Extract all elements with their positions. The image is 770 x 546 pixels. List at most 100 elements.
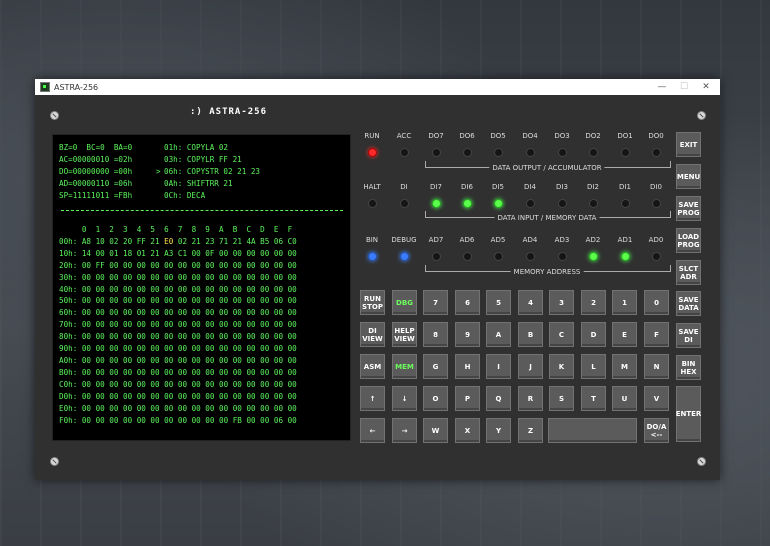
led-label-ad0: AD0 <box>648 236 664 244</box>
key-m[interactable]: M <box>612 354 637 379</box>
key-1[interactable]: 1 <box>612 290 637 315</box>
menu-button[interactable]: MENU <box>676 164 701 189</box>
key-3[interactable]: 3 <box>549 290 574 315</box>
key-j[interactable]: J <box>518 354 543 379</box>
key-run-stop[interactable]: RUN STOP <box>360 290 385 315</box>
key-b[interactable]: B <box>518 322 543 347</box>
key-7[interactable]: 7 <box>423 290 448 315</box>
save-di-button[interactable]: SAVE DI <box>676 323 701 348</box>
dump-header: 0 1 2 3 4 5 6 7 8 9 A B C D E F <box>59 225 293 234</box>
key-9[interactable]: 9 <box>455 322 480 347</box>
led-ad4 <box>526 252 535 261</box>
left-arrow-key[interactable]: ← <box>360 418 385 443</box>
led-do6 <box>463 148 472 157</box>
key-p[interactable]: P <box>455 386 480 411</box>
led-label-acc: ACC <box>396 132 412 140</box>
led-label-di5: DI5 <box>492 183 504 191</box>
led-label-ad4: AD4 <box>522 236 538 244</box>
key-8[interactable]: 8 <box>423 322 448 347</box>
key-g[interactable]: G <box>423 354 448 379</box>
led-do4 <box>526 148 535 157</box>
key-asm[interactable]: ASM <box>360 354 385 379</box>
dump-row: 00h: A8 10 02 20 FF 21 <box>59 236 165 246</box>
key-k[interactable]: K <box>549 354 574 379</box>
key-help-view[interactable]: HELP VIEW <box>392 322 417 347</box>
led-bin <box>368 252 377 261</box>
key-0[interactable]: 0 <box>644 290 669 315</box>
key-dbg[interactable]: DBG <box>392 290 417 315</box>
led-label-ad2: AD2 <box>585 236 601 244</box>
window-title: ASTRA-256 <box>54 82 99 92</box>
led-do7 <box>432 148 441 157</box>
key-a[interactable]: A <box>486 322 511 347</box>
led-di6 <box>463 199 472 208</box>
register-display: BZ=0 BC=0 BA=0 AC=00000010 =02h DO=00000… <box>59 143 133 200</box>
highlighted-byte: E0 <box>164 236 174 246</box>
key-r[interactable]: R <box>518 386 543 411</box>
key-t[interactable]: T <box>581 386 606 411</box>
save-data-button[interactable]: SAVE DATA <box>676 291 701 316</box>
led-ad0 <box>652 252 661 261</box>
key-n[interactable]: N <box>644 354 669 379</box>
key-2[interactable]: 2 <box>581 290 606 315</box>
key-q[interactable]: Q <box>486 386 511 411</box>
key-y[interactable]: Y <box>486 418 511 443</box>
exit-button[interactable]: EXIT <box>676 132 701 157</box>
app-window: ASTRA-256 — ☐ ✕ :) ASTRA-256 BZ=0 BC=0 B… <box>35 79 720 480</box>
key-h[interactable]: H <box>455 354 480 379</box>
right-arrow-key[interactable]: → <box>392 418 417 443</box>
led-di2 <box>589 199 598 208</box>
memory-dump: 0 1 2 3 4 5 6 7 8 9 A B C D E F 00h: A8 … <box>59 224 297 426</box>
led-di0 <box>652 199 661 208</box>
key-d[interactable]: D <box>581 322 606 347</box>
led-label-do0: DO0 <box>648 132 664 140</box>
led-ad7 <box>432 252 441 261</box>
led-di5 <box>494 199 503 208</box>
key-s[interactable]: S <box>549 386 574 411</box>
led-do0 <box>652 148 661 157</box>
led-ad3 <box>558 252 567 261</box>
bin-hex-button[interactable]: BIN HEX <box>676 355 701 380</box>
close-button[interactable]: ✕ <box>695 79 717 95</box>
led-run <box>368 148 377 157</box>
led-label-di7: DI7 <box>430 183 442 191</box>
key-w[interactable]: W <box>423 418 448 443</box>
minimize-button[interactable]: — <box>651 79 673 95</box>
led-ad5 <box>494 252 503 261</box>
key-f[interactable]: F <box>644 322 669 347</box>
key-v[interactable]: V <box>644 386 669 411</box>
key-z[interactable]: Z <box>518 418 543 443</box>
slct-adr-button[interactable]: SLCT ADR <box>676 260 701 285</box>
key-mem[interactable]: MEM <box>392 354 417 379</box>
maximize-button[interactable]: ☐ <box>673 79 695 95</box>
led-label-debug: DEBUG <box>391 236 417 244</box>
led-label-halt: HALT <box>363 183 381 191</box>
save-prog-button[interactable]: SAVE PROG <box>676 196 701 221</box>
key-l[interactable]: L <box>581 354 606 379</box>
key-6[interactable]: 6 <box>455 290 480 315</box>
led-di <box>400 199 409 208</box>
key-u[interactable]: U <box>612 386 637 411</box>
load-prog-button[interactable]: LOAD PROG <box>676 228 701 253</box>
key-x[interactable]: X <box>455 418 480 443</box>
key-4[interactable]: 4 <box>518 290 543 315</box>
led-label-do3: DO3 <box>554 132 570 140</box>
up-arrow-key[interactable]: ↑ <box>360 386 385 411</box>
key-c[interactable]: C <box>549 322 574 347</box>
disassembly-listing: 01h: COPYLA 02 03h: COPYLR FF 21 06h: CO… <box>164 143 261 200</box>
down-arrow-key[interactable]: ↓ <box>392 386 417 411</box>
led-label-di: DI <box>400 183 408 191</box>
key-o[interactable]: O <box>423 386 448 411</box>
key-i[interactable]: I <box>486 354 511 379</box>
key-di-view[interactable]: DI VIEW <box>360 322 385 347</box>
led-do2 <box>589 148 598 157</box>
led-do5 <box>494 148 503 157</box>
key-space[interactable] <box>548 418 637 443</box>
enter-button[interactable]: ENTER <box>676 386 701 442</box>
led-label-di0: DI0 <box>650 183 662 191</box>
led-label-run: RUN <box>364 132 380 140</box>
key-5[interactable]: 5 <box>486 290 511 315</box>
led-label-di2: DI2 <box>587 183 599 191</box>
key-doa---[interactable]: DO/A <-- <box>644 418 669 443</box>
key-e[interactable]: E <box>612 322 637 347</box>
